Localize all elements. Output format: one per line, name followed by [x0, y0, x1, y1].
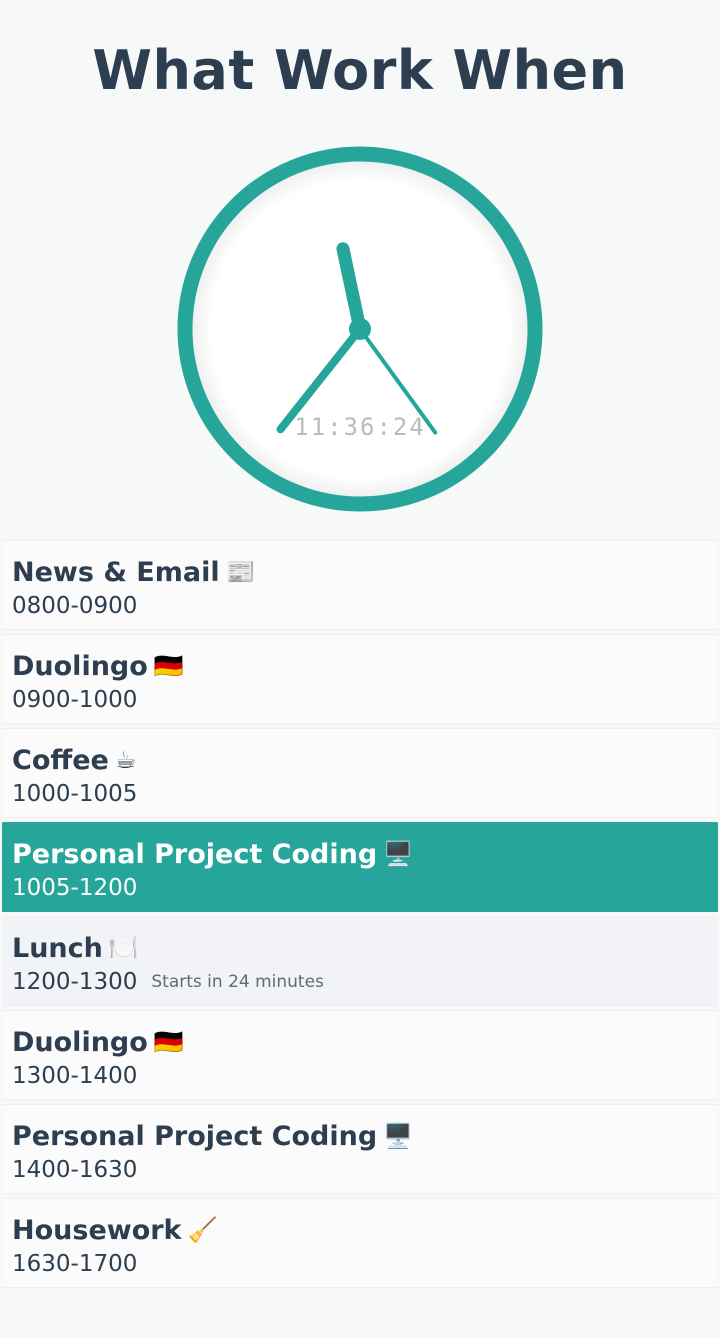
- schedule-item-next[interactable]: Lunch 🍽️ 1200-1300 Starts in 24 minutes: [2, 916, 718, 1006]
- schedule-item[interactable]: Housework 🧹 1630-1700: [2, 1198, 718, 1288]
- german-flag-icon: 🇩🇪: [153, 1028, 184, 1056]
- item-time-row: 1300-1400: [12, 1060, 708, 1092]
- item-time-row: 1000-1005: [12, 778, 708, 810]
- schedule-item[interactable]: Duolingo 🇩🇪 1300-1400: [2, 1010, 718, 1100]
- item-time-row: 1630-1700: [12, 1248, 708, 1280]
- item-title-text: Duolingo: [12, 651, 148, 682]
- item-time-row: 1400-1630: [12, 1154, 708, 1186]
- item-title-text: Lunch: [12, 933, 103, 964]
- schedule-item[interactable]: News & Email 📰 0800-0900: [2, 540, 718, 630]
- coffee-icon: ☕: [114, 746, 137, 774]
- item-time: 1005-1200: [12, 875, 138, 901]
- newspaper-icon: 📰: [225, 558, 256, 586]
- item-title: Coffee ☕: [12, 743, 708, 778]
- item-title-text: Housework: [12, 1215, 182, 1246]
- app-title: What Work When: [92, 39, 628, 102]
- schedule-item-current[interactable]: Personal Project Coding 🖥️ 1005-1200: [2, 822, 718, 912]
- item-title: News & Email 📰: [12, 555, 708, 590]
- item-time: 1200-1300: [12, 969, 138, 995]
- digital-time: 11:36:24: [294, 413, 426, 441]
- item-title: Lunch 🍽️: [12, 931, 708, 966]
- item-title-text: Duolingo: [12, 1027, 148, 1058]
- item-title-text: News & Email: [12, 557, 220, 588]
- item-time: 1400-1630: [12, 1157, 138, 1183]
- item-title: Duolingo 🇩🇪: [12, 1025, 708, 1060]
- item-title-text: Personal Project Coding: [12, 1121, 378, 1152]
- desktop-computer-icon: 🖥️: [383, 840, 414, 868]
- clock-center-pin: [349, 318, 371, 340]
- broom-icon: 🧹: [187, 1216, 218, 1244]
- item-title: Housework 🧹: [12, 1213, 708, 1248]
- clock-face: 11:36:24: [177, 146, 543, 512]
- schedule-item[interactable]: Coffee ☕ 1000-1005: [2, 728, 718, 818]
- schedule-list: News & Email 📰 0800-0900 Duolingo 🇩🇪 0900-…: [0, 540, 720, 1292]
- item-title: Personal Project Coding 🖥️: [12, 1119, 708, 1154]
- item-title: Duolingo 🇩🇪: [12, 649, 708, 684]
- item-time: 1300-1400: [12, 1063, 138, 1089]
- schedule-item[interactable]: Duolingo 🇩🇪 0900-1000: [2, 634, 718, 724]
- desktop-computer-icon: 🖥️: [383, 1122, 414, 1150]
- schedule-item[interactable]: Personal Project Coding 🖥️ 1400-1630: [2, 1104, 718, 1194]
- item-time: 0800-0900: [12, 593, 138, 619]
- item-time-row: 1200-1300 Starts in 24 minutes: [12, 966, 708, 998]
- item-time: 0900-1000: [12, 687, 138, 713]
- analog-clock: 11:36:24: [175, 144, 545, 514]
- item-title-text: Personal Project Coding: [12, 839, 378, 870]
- item-time-row: 1005-1200: [12, 872, 708, 904]
- item-title-text: Coffee: [12, 745, 109, 776]
- item-time-row: 0900-1000: [12, 684, 708, 716]
- item-time: 1630-1700: [12, 1251, 138, 1277]
- item-time-row: 0800-0900: [12, 590, 708, 622]
- item-title: Personal Project Coding 🖥️: [12, 837, 708, 872]
- countdown-note: Starts in 24 minutes: [151, 972, 324, 992]
- german-flag-icon: 🇩🇪: [153, 652, 184, 680]
- plate-cutlery-icon: 🍽️: [108, 934, 139, 962]
- item-time: 1000-1005: [12, 781, 138, 807]
